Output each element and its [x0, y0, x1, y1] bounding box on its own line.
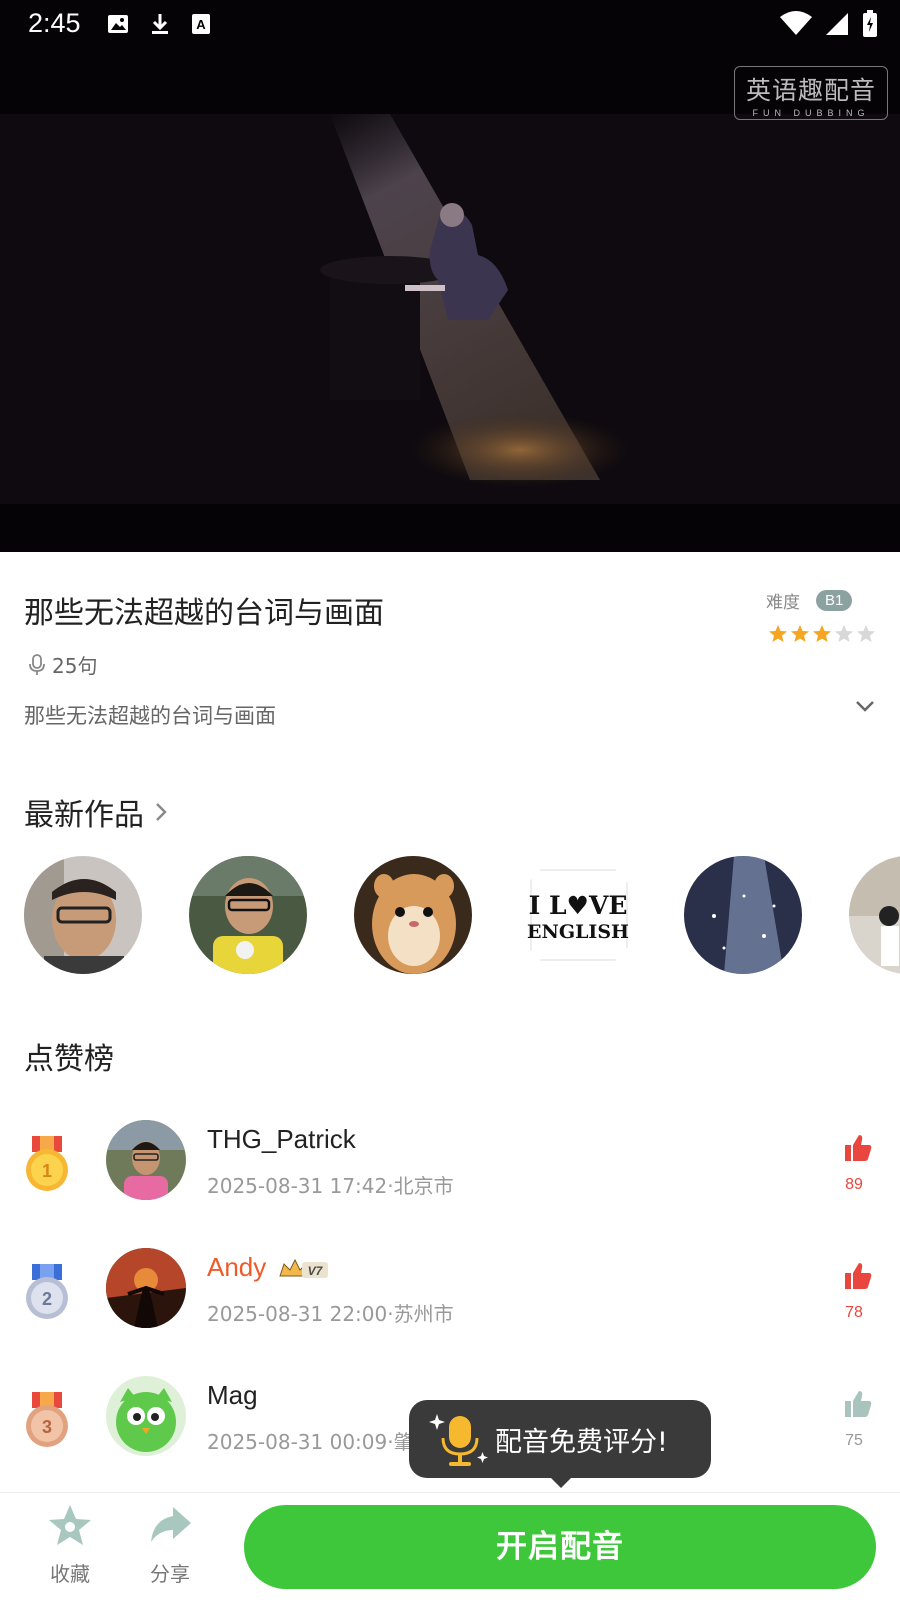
- star-icon: [769, 625, 787, 642]
- page-title: 那些无法超越的台词与画面: [24, 596, 384, 631]
- logo-text-cn: 英语趣配音: [745, 76, 876, 105]
- user-name: Mag: [207, 1380, 258, 1410]
- silver-medal-icon: 2: [26, 1264, 68, 1319]
- share-button[interactable]: 分享: [130, 1503, 210, 1587]
- notification-icons: A: [106, 12, 212, 36]
- star-icon: [835, 625, 853, 642]
- avatar[interactable]: [106, 1376, 186, 1456]
- difficulty-badge: B1: [816, 590, 853, 611]
- wifi-icon: [780, 11, 812, 35]
- sentence-count: 25句: [26, 650, 97, 679]
- work-avatar[interactable]: [189, 856, 307, 974]
- description: 那些无法超越的台词与画面: [24, 704, 276, 728]
- battery-icon: [863, 10, 877, 37]
- golden-microphone-icon: [429, 1414, 488, 1466]
- system-icons: [780, 10, 878, 38]
- font-icon: A: [192, 14, 210, 34]
- difficulty-label: 难度: [766, 593, 800, 613]
- status-bar: 2:45 A: [0, 0, 900, 50]
- thumbs-up-icon[interactable]: [836, 1260, 880, 1292]
- start-dubbing-button[interactable]: 开启配音: [244, 1505, 876, 1589]
- svg-text:2: 2: [42, 1289, 52, 1309]
- svg-text:I L♥VE: I L♥VE: [529, 891, 628, 920]
- tooltip-arrow: [549, 1476, 573, 1488]
- work-avatar[interactable]: [24, 856, 142, 974]
- gold-medal-icon: 1: [26, 1136, 68, 1191]
- favorite-button[interactable]: 收藏: [30, 1503, 110, 1587]
- likes-ranking-title: 点赞榜: [24, 1042, 114, 1077]
- latest-works-title: 最新作品: [24, 798, 144, 833]
- chevron-down-icon[interactable]: [854, 698, 876, 714]
- svg-text:3: 3: [42, 1417, 52, 1437]
- ranking-row[interactable]: 2 Andy V7 2025-08-31 22:00·苏州市 78: [0, 1248, 900, 1348]
- tooltip-text: 配音免费评分!: [495, 1427, 668, 1458]
- post-meta: 2025-08-31 17:42·北京市: [207, 1174, 454, 1198]
- like-count: 75: [845, 1432, 863, 1449]
- like-count: 78: [845, 1304, 863, 1321]
- like-count: 89: [845, 1176, 863, 1193]
- latest-works-header[interactable]: 最新作品: [24, 790, 168, 834]
- ranking-row[interactable]: 1 THG_Patrick 2025-08-31 17:42·北京市 89: [0, 1120, 900, 1220]
- difficulty: 难度 B1: [766, 588, 853, 613]
- post-meta: 2025-08-31 22:00·苏州市: [207, 1302, 454, 1326]
- free-scoring-tooltip[interactable]: 配音免费评分!: [409, 1400, 711, 1488]
- download-icon: [152, 14, 168, 34]
- work-avatar[interactable]: [354, 856, 472, 974]
- work-avatar[interactable]: [684, 856, 802, 974]
- vip-badge-icon: V7: [279, 1258, 328, 1278]
- svg-text:V7: V7: [308, 1264, 324, 1278]
- microphone-icon: [29, 653, 45, 675]
- difficulty-stars: [768, 624, 876, 644]
- svg-text:1: 1: [42, 1161, 52, 1181]
- star-icon: [813, 625, 831, 642]
- star-icon: [791, 625, 809, 642]
- work-avatar[interactable]: I L♥VE ENGLISH: [519, 856, 637, 974]
- avatar[interactable]: [106, 1248, 186, 1328]
- work-avatar[interactable]: [849, 856, 900, 974]
- avatar[interactable]: [106, 1120, 186, 1200]
- latest-works-list: I L♥VE ENGLISH: [24, 856, 900, 976]
- favorite-label: 收藏: [50, 1562, 90, 1586]
- logo-text-en: FUN DUBBING: [752, 108, 870, 118]
- share-icon: [151, 1507, 191, 1542]
- thumbs-up-icon[interactable]: [836, 1132, 880, 1164]
- thumbs-up-icon[interactable]: [836, 1388, 880, 1420]
- fun-dubbing-logo: 英语趣配音 FUN DUBBING: [734, 66, 888, 120]
- chevron-right-icon: [156, 803, 167, 821]
- svg-text:ENGLISH: ENGLISH: [527, 921, 629, 943]
- star-icon: [49, 1505, 91, 1545]
- sentence-count-label: 25句: [52, 654, 98, 678]
- star-icon: [857, 625, 875, 642]
- user-name: Andy: [207, 1252, 267, 1282]
- signal-icon: [826, 13, 848, 35]
- bottom-action-bar: 收藏 分享 开启配音: [0, 1492, 900, 1600]
- share-label: 分享: [150, 1562, 190, 1586]
- status-time: 2:45: [28, 8, 81, 38]
- video-player[interactable]: 2:45 A 英语趣配音 FUN DUBBING: [0, 0, 900, 552]
- image-icon: [108, 15, 128, 33]
- bronze-medal-icon: 3: [26, 1392, 68, 1447]
- svg-text:A: A: [196, 17, 206, 32]
- user-name: THG_Patrick: [207, 1124, 356, 1154]
